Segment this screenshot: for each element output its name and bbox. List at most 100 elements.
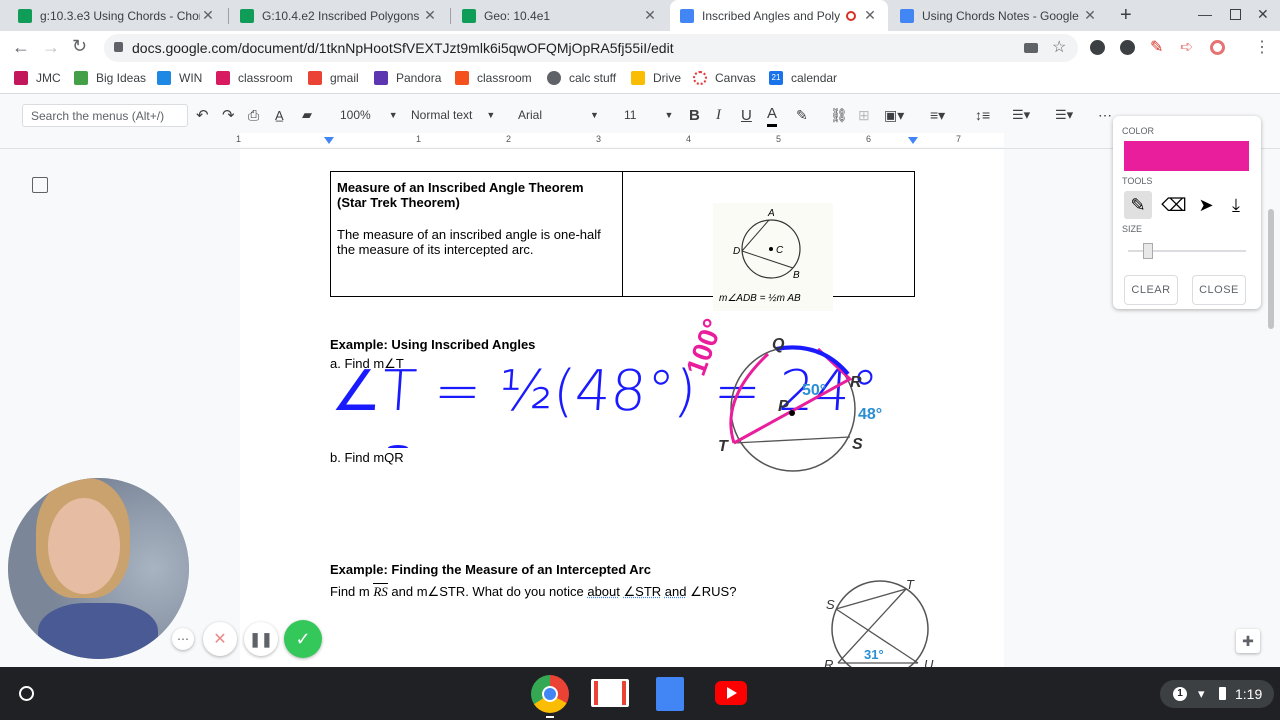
image-icon[interactable]: ▣▾ <box>884 103 904 127</box>
chrome-icon[interactable] <box>531 675 569 713</box>
clear-button[interactable]: CLEAR <box>1124 275 1178 305</box>
underline-icon[interactable]: U <box>741 103 752 127</box>
close-tab-icon[interactable]: ✕ <box>642 7 658 24</box>
browser-tab-4-active[interactable]: Inscribed Angles and Polyg ✕ <box>670 0 888 31</box>
color-swatch[interactable] <box>1124 141 1249 171</box>
extension-shield-icon[interactable] <box>1090 40 1105 55</box>
text-color-icon[interactable]: A <box>767 103 778 127</box>
print-icon[interactable]: ⎙ <box>248 103 259 127</box>
label-u: U <box>924 657 934 667</box>
bookmark-label: gmail <box>330 71 359 85</box>
search-menus-input[interactable]: Search the menus (Alt+/) <box>22 104 188 127</box>
canvas-icon <box>693 71 707 85</box>
left-indent-marker[interactable] <box>324 137 334 144</box>
camera-icon[interactable] <box>1024 43 1038 53</box>
size-slider-thumb[interactable] <box>1143 243 1153 259</box>
explore-icon[interactable]: ✚ <box>1236 629 1260 653</box>
bookmark-canvas[interactable]: Canvas <box>693 71 756 85</box>
bookmark-classroom-2[interactable]: classroom <box>455 71 532 85</box>
browser-tab-1[interactable]: g:10.3.e3 Using Chords - Chord ✕ <box>8 0 226 31</box>
spellcheck-icon[interactable]: A̲ <box>275 103 284 127</box>
forward-icon[interactable]: → <box>42 37 60 58</box>
new-tab-icon[interactable]: + <box>1120 4 1132 27</box>
bookmark-big-ideas[interactable]: Big Ideas <box>74 71 146 85</box>
bookmark-jmc[interactable]: JMC <box>14 71 61 85</box>
maximize-icon[interactable] <box>1230 9 1241 20</box>
star-icon[interactable]: ☆ <box>1052 37 1066 57</box>
highlight-icon[interactable]: ✎ <box>796 103 808 127</box>
label-s: S <box>826 597 835 612</box>
extension-arrow-icon[interactable]: ➪ <box>1180 37 1193 57</box>
ruler-number: 1 <box>416 134 422 144</box>
bold-icon[interactable]: B <box>689 103 700 127</box>
close-tab-icon[interactable]: ✕ <box>200 7 216 24</box>
paint-format-icon[interactable]: ▰ <box>302 103 312 127</box>
annotation-pen-panel: COLOR TOOLS ✎ ⌫ ➤ ⤓ SIZE CLEAR CLOSE <box>1113 116 1261 309</box>
style-select[interactable]: Normal text ▼ <box>411 103 495 127</box>
extension-pen-icon[interactable]: ✎ <box>1150 37 1163 57</box>
more-icon[interactable]: ⋯ <box>1098 103 1112 127</box>
pandora-icon <box>374 71 388 85</box>
pause-recording-button[interactable]: ❚❚ <box>244 622 278 656</box>
ruler-number: 4 <box>686 134 692 144</box>
reload-icon[interactable]: ↻ <box>72 36 87 57</box>
comment-icon[interactable]: ⊞ <box>858 103 870 127</box>
back-icon[interactable]: ← <box>12 37 30 58</box>
bookmark-win[interactable]: WIN <box>157 71 202 85</box>
bookmark-calc-stuff[interactable]: calc stuff <box>547 71 616 85</box>
launcher-icon[interactable] <box>19 686 34 701</box>
more-options-icon[interactable]: ⋯ <box>172 628 194 650</box>
webcam-bubble[interactable] <box>8 478 189 659</box>
menu-dots-icon[interactable]: ⋮ <box>1254 37 1270 57</box>
bookmark-drive[interactable]: Drive <box>631 71 681 85</box>
address-bar[interactable]: docs.google.com/document/d/1tknNpHootSfV… <box>104 34 1078 62</box>
redo-icon[interactable]: ↷ <box>222 103 235 127</box>
minimize-icon[interactable]: — <box>1198 6 1212 22</box>
bookmark-gmail[interactable]: gmail <box>308 71 359 85</box>
cancel-recording-button[interactable]: ✕ <box>203 622 237 656</box>
line-spacing-icon[interactable]: ↕≡ <box>975 103 990 127</box>
bookmark-label: Canvas <box>715 71 756 85</box>
bookmark-classroom[interactable]: classroom <box>216 71 293 85</box>
browser-tab-3[interactable]: Geo: 10.4e1 ✕ <box>452 0 668 31</box>
document-page[interactable]: Measure of an Inscribed Angle Theorem (S… <box>240 149 1004 667</box>
extension-record-icon[interactable] <box>1210 40 1225 55</box>
link-icon[interactable]: ⛓ <box>830 103 848 127</box>
pointer-icon[interactable]: ➤ <box>1193 191 1219 219</box>
bookmark-calendar[interactable]: 21 calendar <box>769 71 837 85</box>
bookmark-pandora[interactable]: Pandora <box>374 71 441 85</box>
scrollbar[interactable] <box>1268 209 1274 329</box>
right-indent-marker[interactable] <box>908 137 918 144</box>
font-select[interactable]: Arial ▼ <box>518 103 599 127</box>
gmail-icon[interactable] <box>591 679 629 707</box>
notification-badge: 1 <box>1173 687 1187 701</box>
italic-icon[interactable]: I <box>716 103 721 127</box>
browser-tab-5[interactable]: Using Chords Notes - Google Do ✕ <box>890 0 1108 31</box>
label-t: T <box>718 438 729 455</box>
eraser-icon[interactable]: ⌫ <box>1161 191 1187 219</box>
close-button[interactable]: CLOSE <box>1192 275 1246 305</box>
close-tab-icon[interactable]: ✕ <box>862 7 878 24</box>
finish-recording-button[interactable]: ✓ <box>284 620 322 658</box>
document-outline-icon[interactable] <box>32 177 48 193</box>
download-icon[interactable]: ⤓ <box>1223 191 1249 219</box>
docs-icon <box>900 8 914 23</box>
numbered-list-icon[interactable]: ☰▾ <box>1012 103 1030 127</box>
align-icon[interactable]: ≡▾ <box>930 103 945 127</box>
close-window-icon[interactable]: ✕ <box>1257 6 1269 23</box>
undo-icon[interactable]: ↶ <box>196 103 209 127</box>
zoom-select[interactable]: 100% ▼ <box>340 103 398 127</box>
close-tab-icon[interactable]: ✕ <box>1082 7 1098 24</box>
document-canvas: Measure of an Inscribed Angle Theorem (S… <box>0 149 1280 667</box>
pen-icon[interactable]: ✎ <box>1124 191 1152 219</box>
close-tab-icon[interactable]: ✕ <box>422 7 438 24</box>
color-label: COLOR <box>1122 126 1155 136</box>
docs-icon[interactable] <box>656 677 684 711</box>
bulleted-list-icon[interactable]: ☰▾ <box>1055 103 1073 127</box>
lock-icon <box>114 42 123 52</box>
extension-shield-icon[interactable] <box>1120 40 1135 55</box>
browser-tab-2[interactable]: G:10.4.e2 Inscribed Polygons Q ✕ <box>230 0 448 31</box>
font-size-select[interactable]: 11 ▼ <box>624 103 673 127</box>
youtube-icon[interactable] <box>715 681 747 705</box>
status-tray[interactable]: 1 ▾ 1:19 <box>1160 680 1274 708</box>
